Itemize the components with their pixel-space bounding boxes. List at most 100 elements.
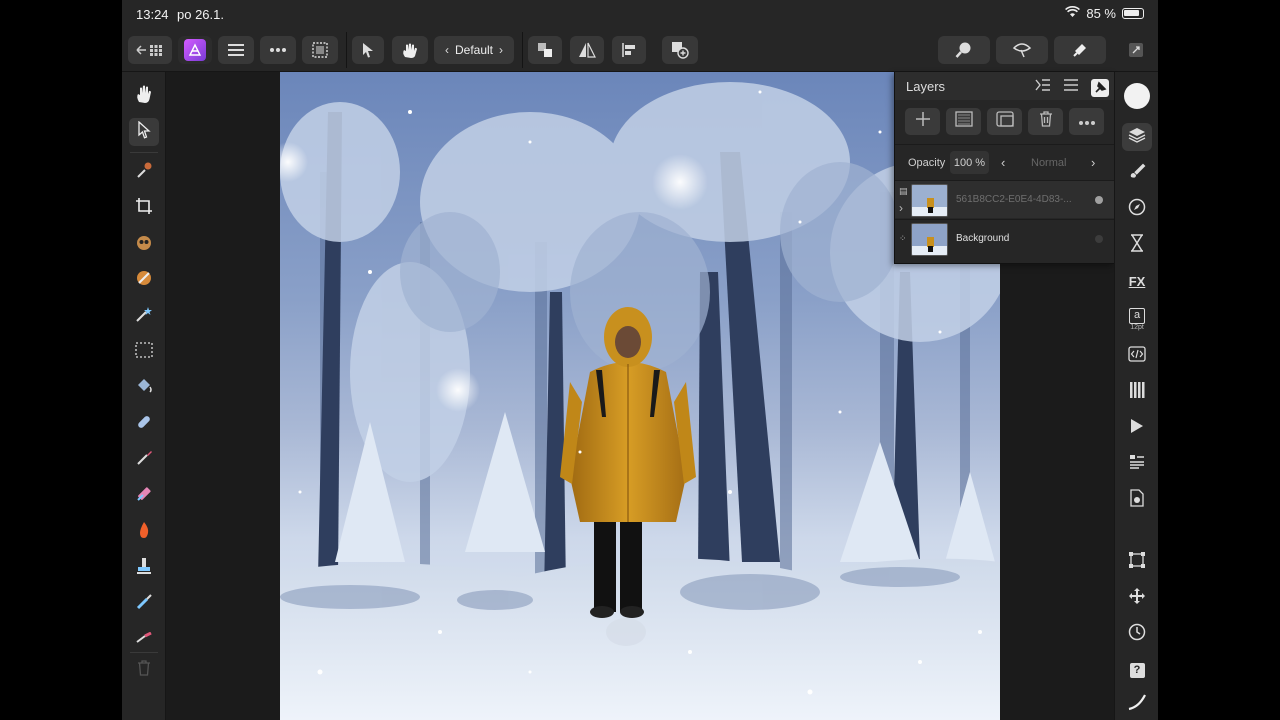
zoom-icon [955,41,973,59]
move-studio-button[interactable] [1122,584,1152,612]
magic-wand-icon [135,305,153,328]
move-mode-button[interactable] [352,36,384,64]
snapping-button[interactable] [1054,36,1106,64]
layer-thumbnail [911,184,948,217]
add-layer-button[interactable] [905,108,940,135]
menu-button[interactable] [218,36,254,64]
gesture-button[interactable] [392,36,428,64]
toolbar-separator [522,32,523,68]
align-button[interactable] [612,36,646,64]
text-style-studio-button[interactable]: a 12pt [1122,303,1152,335]
expand-chevron-icon[interactable]: › [899,201,903,215]
smudge-tip-icon [135,631,153,649]
delete-tool[interactable] [129,656,159,684]
transform-studio-button[interactable] [1122,548,1152,576]
navigator-studio-button[interactable] [1122,195,1152,223]
help-icon: ? [1129,662,1145,678]
eraser-icon [135,485,153,508]
pin-icon[interactable] [1091,78,1109,97]
color-studio-button[interactable] [1122,82,1152,110]
layers-studio-button[interactable] [1122,123,1152,151]
zoom-button[interactable] [938,36,990,64]
wifi-icon [1065,6,1081,21]
smudge-tip-tool[interactable] [129,626,159,654]
help-button[interactable]: ? [1122,656,1152,684]
hand-tool[interactable] [129,82,159,110]
layer-opacity-row: Opacity 100 % ‹ Normal › [895,144,1115,180]
red-eye-tool[interactable] [129,230,159,258]
stroke-button[interactable] [1122,690,1152,718]
clone-tool[interactable] [129,554,159,582]
swatches-studio-button[interactable] [1122,378,1152,406]
selection-button[interactable] [302,36,338,64]
trash-icon [137,659,151,681]
layer-visibility-toggle[interactable] [1095,235,1103,243]
arrange-icon [537,42,553,58]
layer-row[interactable]: ⁘ Background [895,219,1115,257]
back-grid-button[interactable] [128,36,172,64]
document-preset-label: Default [454,43,494,57]
workspace: Layers Opacity 100 % ‹ Normal › ▤ › 561B… [166,72,1115,720]
move-tool-icon [137,120,151,144]
status-bar: 13:24 po 26.1. 85 % [122,0,1158,28]
layer-visibility-toggle[interactable] [1095,196,1103,204]
layer-more-button[interactable] [1069,108,1104,135]
history-studio-button[interactable] [1122,231,1152,259]
arrange-button[interactable] [528,36,562,64]
styles-studio-button[interactable] [1122,450,1152,478]
document-canvas[interactable] [280,72,1000,720]
settings-doc-icon [1128,488,1146,512]
battery-icon [1122,8,1144,19]
text-style-icon: a [1129,307,1145,324]
more-button[interactable] [260,36,296,64]
healing-tool[interactable] [129,410,159,438]
layer-name: Background [956,233,1010,244]
menu-icon [227,43,245,57]
add-button[interactable] [662,36,698,64]
group-layers-button[interactable] [987,108,1022,135]
document-settings-button[interactable] [1122,486,1152,514]
marquee-icon [135,341,153,363]
layers-panel-header: Layers [895,72,1115,100]
collapse-layers-icon[interactable] [1035,78,1051,97]
layers-icon [1128,127,1146,148]
crop-tool[interactable] [129,194,159,222]
eraser-tool[interactable] [129,482,159,510]
magic-wand-tool[interactable] [129,302,159,330]
marquee-tool[interactable] [129,338,159,366]
brush-tool[interactable] [129,446,159,474]
opacity-field[interactable]: 100 % [950,151,989,174]
paint-mixer-tool[interactable] [129,266,159,294]
fx-studio-button[interactable]: FX [1122,267,1152,295]
burn-tool[interactable] [129,518,159,546]
color-picker-tool[interactable] [129,158,159,186]
delete-layer-button[interactable] [1028,108,1063,135]
clock-studio-button[interactable] [1122,620,1152,648]
add-mask-button[interactable] [946,108,981,135]
document-preset-selector[interactable]: ‹ Default › [434,36,514,64]
status-time: 13:24 [136,7,169,22]
paint-mixer-icon [135,269,153,292]
panel-menu-icon[interactable] [1063,78,1079,97]
layer-row[interactable]: ▤ › 561B8CC2-E0E4-4D83-... [895,180,1115,218]
flip-button[interactable] [570,36,604,64]
letterbox-left [0,0,122,720]
blend-mode-selector[interactable]: Normal [1031,157,1066,169]
persona-button[interactable] [178,36,212,64]
left-tools-panel [122,72,166,720]
hand-gesture-icon [400,41,420,59]
code-studio-button[interactable] [1122,342,1152,370]
smudge-tool[interactable] [129,590,159,618]
blend-next-icon[interactable]: › [1091,155,1095,170]
move-tool[interactable] [129,118,159,146]
macro-studio-button[interactable] [1122,414,1152,442]
brushes-studio-button[interactable] [1122,159,1152,187]
view-mode-button[interactable] [1122,36,1150,64]
status-right: 85 % [1065,6,1144,21]
chevron-right-icon[interactable]: › [499,43,503,57]
move-icon [1128,587,1146,610]
assistant-button[interactable] [996,36,1048,64]
blend-prev-icon[interactable]: ‹ [1001,155,1005,170]
flood-fill-tool[interactable] [129,374,159,402]
top-toolbar: ‹ Default › [122,28,1158,72]
